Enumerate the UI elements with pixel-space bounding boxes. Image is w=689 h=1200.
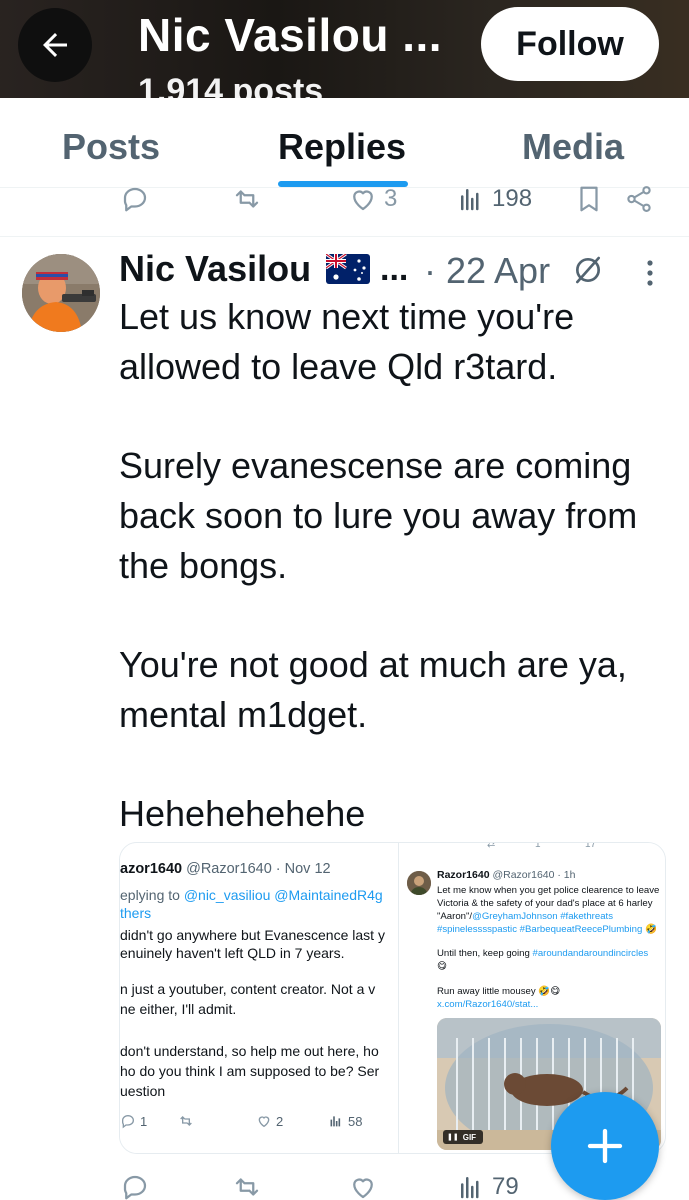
s1-line: n just a youtuber, content creator. Not … (120, 981, 376, 997)
s1-line: ho do you think I am supposed to be? Ser (120, 1063, 380, 1079)
tab-posts[interactable]: Posts (62, 126, 160, 168)
retweet-icon (235, 1178, 259, 1196)
avatar[interactable] (22, 254, 100, 332)
views-icon (330, 1116, 341, 1127)
plus-icon (587, 1128, 623, 1164)
s2-avatar (407, 871, 431, 895)
avatar-image (22, 254, 100, 332)
s2-header: Razor1640 @Razor1640 · 1h (437, 869, 576, 881)
views-button[interactable]: 79 (456, 1172, 519, 1200)
s1-reply: 1 (120, 1113, 147, 1129)
view-count: 198 (492, 185, 533, 212)
share-button[interactable] (624, 184, 654, 214)
header-profile-name: Nic Vasilou ... (138, 9, 443, 61)
s2-line: "Aaron"/@GreyhamJohnson #fakethreats (437, 911, 614, 922)
tweet-paragraph: Hehehehehehe (119, 792, 366, 834)
prev-tweet-action-bar: 3 198 (0, 184, 689, 224)
s2-avatar-image (407, 871, 431, 895)
attached-screenshot-1[interactable]: azor1640 @Razor1640 · Nov 12 eplying to … (120, 843, 392, 1153)
s2-line: Victoria & the safety of your dad's plac… (437, 898, 653, 909)
bookmark-button[interactable] (574, 184, 604, 214)
s2-top-views: 17 (585, 843, 597, 850)
s1-replying-2: thers (120, 905, 152, 921)
reply-button[interactable] (120, 1172, 150, 1200)
retweet-button[interactable] (232, 184, 262, 214)
reply-icon (123, 187, 147, 212)
tweet-divider (0, 236, 689, 237)
s1-line: enuinely haven't left QLD in 7 years. (120, 945, 345, 961)
tab-media[interactable]: Media (522, 126, 624, 168)
reply-icon (122, 1114, 135, 1129)
australia-flag-icon (326, 254, 370, 284)
s2-line: x.com/Razor1640/stat... (437, 999, 539, 1010)
views-icon (461, 189, 479, 211)
s2-line: Let me know when you get police clearenc… (437, 885, 660, 896)
s2-line: 😋 (437, 961, 448, 972)
back-button[interactable] (18, 8, 92, 82)
heart-icon (258, 1116, 270, 1128)
header-post-count: 1,914 posts (138, 72, 324, 98)
tweet-date[interactable]: · 22 Apr (424, 250, 550, 292)
s2-top-replies: 1 (535, 843, 541, 850)
arrow-left-icon (43, 33, 67, 57)
s1-retweet (178, 1113, 194, 1129)
s2-top-retweet-icon: ⇄ (487, 843, 496, 850)
like-count: 3 (384, 185, 398, 212)
gif-badge: ❚❚ GIF (443, 1130, 483, 1144)
compose-post-button[interactable] (551, 1092, 659, 1200)
heart-icon (353, 1178, 373, 1199)
like-button[interactable] (348, 1172, 378, 1200)
retweet-button[interactable] (232, 1172, 262, 1200)
s1-line: ne either, I'll admit. (120, 1001, 237, 1017)
reply-button[interactable] (120, 184, 150, 214)
tab-replies[interactable]: Replies (278, 126, 406, 168)
tweet-paragraph: You're not good at much are ya, mental m… (119, 643, 627, 735)
grok-icon[interactable] (572, 254, 604, 286)
s1-line: don't understand, so help me out here, h… (120, 1043, 379, 1059)
reply-icon (123, 1175, 147, 1200)
s2-line: Until then, keep going #aroundandaroundi… (437, 948, 649, 959)
more-options-icon[interactable] (640, 258, 660, 288)
profile-header: Nic Vasilou ... 1,914 posts Follow (0, 0, 689, 98)
views-button[interactable]: 198 (456, 184, 532, 214)
author-name-truncation: ... (380, 250, 409, 288)
s1-header: azor1640 @Razor1640 · Nov 12 (120, 861, 331, 877)
tweet-text: Let us know next time you're allowed to … (119, 292, 679, 839)
view-count: 79 (492, 1173, 519, 1200)
s1-line: uestion (120, 1083, 166, 1099)
s1-line: didn't go anywhere but Evanescence last … (120, 927, 385, 943)
like-button[interactable]: 3 (348, 184, 397, 214)
profile-tabs: Posts Replies Media (0, 98, 689, 188)
s2-line: #spinelesssspastic #BarbequeatReecePlumb… (437, 924, 657, 935)
tweet-paragraph: Let us know next time you're allowed to … (119, 296, 575, 387)
heart-icon (353, 190, 373, 211)
s2-line: Run away little mousey 🤣😋 (437, 986, 561, 997)
bookmark-icon (580, 186, 598, 212)
s1-views: 58 (328, 1113, 362, 1129)
retweet-icon (180, 1116, 192, 1126)
retweet-icon (235, 190, 259, 208)
views-icon (461, 1177, 479, 1199)
follow-button[interactable]: Follow (481, 7, 659, 81)
s1-replying: eplying to @nic_vasiliou @MaintainedR4g (120, 887, 383, 903)
tweet-author-name[interactable]: Nic Vasilou (119, 248, 311, 290)
tweet-paragraph: Surely evanescense are coming back soon … (119, 445, 638, 586)
share-icon (627, 186, 651, 212)
s1-like: 2 (256, 1113, 283, 1129)
